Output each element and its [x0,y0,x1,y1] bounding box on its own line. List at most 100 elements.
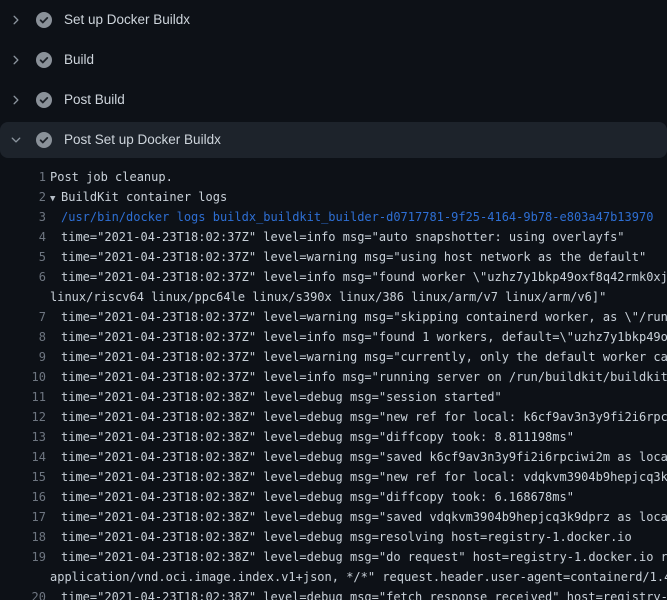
log-text-content: time="2021-04-23T18:02:38Z" level=debug … [61,470,667,484]
chevron-right-icon [8,52,24,68]
log-text-content: time="2021-04-23T18:02:38Z" level=debug … [61,530,632,544]
log-line-number[interactable]: 14 [0,447,46,467]
check-circle-icon [36,92,52,108]
log-line: 6 time="2021-04-23T18:02:37Z" level=info … [0,267,667,287]
log-line-number[interactable]: 19 [0,547,46,567]
log-text-content: time="2021-04-23T18:02:38Z" level=debug … [61,410,667,424]
log-text-content: time="2021-04-23T18:02:37Z" level=warnin… [61,250,646,264]
log-line: 9 time="2021-04-23T18:02:37Z" level=warni… [0,347,667,367]
log-text: application/vnd.oci.image.index.v1+json,… [50,567,667,587]
log-line: 13 time="2021-04-23T18:02:38Z" level=debu… [0,427,667,447]
log-line: 17 time="2021-04-23T18:02:38Z" level=debu… [0,507,667,527]
log-text: time="2021-04-23T18:02:37Z" level=info m… [61,267,667,287]
log-text-content: time="2021-04-23T18:02:37Z" level=warnin… [61,350,667,364]
log-line: 11 time="2021-04-23T18:02:38Z" level=debu… [0,387,667,407]
check-circle-icon [36,12,52,28]
log-line-continuation: application/vnd.oci.image.index.v1+json,… [0,567,667,587]
step-row[interactable]: Post Set up Docker Buildx [0,120,667,160]
step-header[interactable]: Build [0,42,667,78]
log-line: 5 time="2021-04-23T18:02:37Z" level=warni… [0,247,667,267]
step-header[interactable]: Post Set up Docker Buildx [0,122,667,158]
log-text-content: /usr/bin/docker logs buildx_buildkit_bui… [61,210,653,224]
log-line-number[interactable]: 4 [0,227,46,247]
step-row[interactable]: Post Build [0,80,667,120]
log-text: time="2021-04-23T18:02:38Z" level=debug … [61,427,574,447]
log-text-content: time="2021-04-23T18:02:38Z" level=debug … [61,590,667,600]
log-line-number[interactable]: 10 [0,367,46,387]
log-text-content: time="2021-04-23T18:02:37Z" level=info m… [61,370,667,384]
check-circle-icon [36,52,52,68]
log-line-number [0,287,46,307]
log-line-number[interactable]: 9 [0,347,46,367]
log-text: time="2021-04-23T18:02:38Z" level=debug … [61,507,667,527]
chevron-down-icon [8,132,24,148]
log-text-content: time="2021-04-23T18:02:38Z" level=debug … [61,450,667,464]
log-text-content: time="2021-04-23T18:02:37Z" level=info m… [61,270,667,284]
log-text: ▼BuildKit container logs [50,187,227,207]
actions-log-viewer: Set up Docker Buildx Build Post Build Post … [0,0,667,600]
log-line: 8 time="2021-04-23T18:02:37Z" level=info … [0,327,667,347]
step-header[interactable]: Post Build [0,82,667,118]
log-command-text: /usr/bin/docker logs buildx_buildkit_bui… [61,207,653,227]
log-text: time="2021-04-23T18:02:37Z" level=info m… [61,367,667,387]
log-line-number[interactable]: 2 [0,187,46,207]
log-line-number[interactable]: 12 [0,407,46,427]
log-text: Post job cleanup. [50,167,173,187]
log-text: time="2021-04-23T18:02:38Z" level=debug … [61,527,632,547]
log-text: time="2021-04-23T18:02:37Z" level=warnin… [61,247,646,267]
log-text: time="2021-04-23T18:02:38Z" level=debug … [61,387,502,407]
log-text: time="2021-04-23T18:02:38Z" level=debug … [61,547,667,567]
step-label: Post Set up Docker Buildx [64,132,221,148]
collapse-toggle-icon[interactable]: ▼ [50,189,61,209]
log-line-number[interactable]: 18 [0,527,46,547]
log-text: time="2021-04-23T18:02:37Z" level=info m… [61,327,667,347]
log-line-number[interactable]: 5 [0,247,46,267]
log-text-content: time="2021-04-23T18:02:38Z" level=debug … [61,490,574,504]
log-text-content: time="2021-04-23T18:02:37Z" level=warnin… [61,310,667,324]
log-line-number[interactable]: 3 [0,207,46,227]
log-line-number[interactable]: 8 [0,327,46,347]
log-line-number[interactable]: 16 [0,487,46,507]
log-line: 1 Post job cleanup. [0,167,667,187]
log-text-content: time="2021-04-23T18:02:37Z" level=info m… [61,230,625,244]
step-row[interactable]: Set up Docker Buildx [0,0,667,40]
log-text-content: time="2021-04-23T18:02:38Z" level=debug … [61,390,502,404]
log-line-number[interactable]: 1 [0,167,46,187]
log-text: time="2021-04-23T18:02:37Z" level=warnin… [61,347,667,367]
log-text-content: Post job cleanup. [50,170,173,184]
log-line: 18 time="2021-04-23T18:02:38Z" level=debu… [0,527,667,547]
log-text: linux/riscv64 linux/ppc64le linux/s390x … [50,287,606,307]
log-text-content: time="2021-04-23T18:02:38Z" level=debug … [61,430,574,444]
log-text: time="2021-04-23T18:02:37Z" level=warnin… [61,307,667,327]
log-text: time="2021-04-23T18:02:38Z" level=debug … [61,487,574,507]
log-text-content: BuildKit container logs [61,190,227,204]
steps-list: Set up Docker Buildx Build Post Build Post … [0,0,667,160]
log-text: time="2021-04-23T18:02:38Z" level=debug … [61,407,667,427]
log-line: 14 time="2021-04-23T18:02:38Z" level=debu… [0,447,667,467]
step-row[interactable]: Build [0,40,667,80]
step-label: Post Build [64,92,125,108]
log-text-content: application/vnd.oci.image.index.v1+json,… [50,570,667,584]
log-line-number[interactable]: 17 [0,507,46,527]
log-line-number[interactable]: 13 [0,427,46,447]
log-line-continuation: linux/riscv64 linux/ppc64le linux/s390x … [0,287,667,307]
log-text: time="2021-04-23T18:02:37Z" level=info m… [61,227,625,247]
step-header[interactable]: Set up Docker Buildx [0,2,667,38]
log-line-number[interactable]: 7 [0,307,46,327]
log-line-number[interactable]: 15 [0,467,46,487]
log-line-number[interactable]: 11 [0,387,46,407]
log-line: 3/usr/bin/docker logs buildx_buildkit_bu… [0,207,667,227]
log-line: 19 time="2021-04-23T18:02:38Z" level=debu… [0,547,667,567]
log-text-content: linux/riscv64 linux/ppc64le linux/s390x … [50,290,606,304]
log-text: time="2021-04-23T18:02:38Z" level=debug … [61,587,667,600]
log-text-content: time="2021-04-23T18:02:38Z" level=debug … [61,510,667,524]
log-line: 20 time="2021-04-23T18:02:38Z" level=debu… [0,587,667,600]
log-lines: 1 Post job cleanup. 2▼BuildKit container l… [0,160,667,600]
log-line: 16 time="2021-04-23T18:02:38Z" level=debu… [0,487,667,507]
log-line-number[interactable]: 6 [0,267,46,287]
log-line-number[interactable]: 20 [0,587,46,600]
log-line: 12 time="2021-04-23T18:02:38Z" level=debu… [0,407,667,427]
log-line: 10 time="2021-04-23T18:02:37Z" level=info… [0,367,667,387]
step-label: Build [64,52,94,68]
log-line: 15 time="2021-04-23T18:02:38Z" level=debu… [0,467,667,487]
